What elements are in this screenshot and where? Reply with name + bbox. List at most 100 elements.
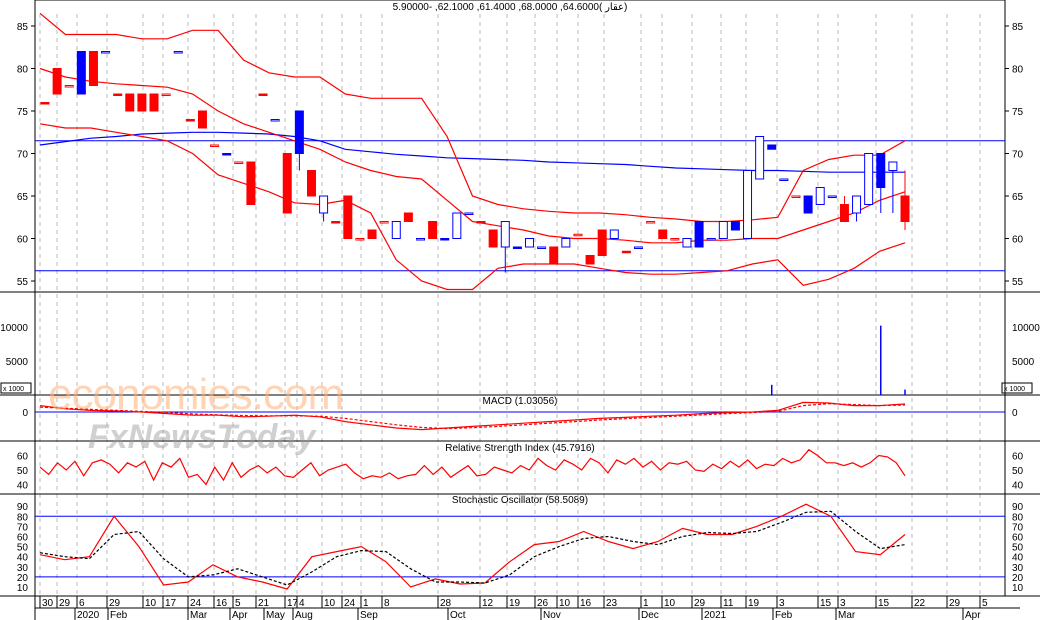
candle-body [876, 153, 886, 188]
candle-body [900, 195, 910, 222]
x-day-label: 29 [59, 598, 71, 609]
price-tick-right: 60 [1012, 235, 1024, 246]
volume-tick-left: 5000 [6, 357, 29, 368]
candle-body [343, 195, 353, 239]
rsi-title: Relative Strength Index (45.7916) [445, 443, 595, 454]
x-month-label: 2020 [77, 610, 100, 620]
candle-body [452, 212, 462, 239]
candle-body [585, 255, 595, 265]
x-month-label: 2021 [704, 610, 727, 620]
candle-body [706, 238, 716, 241]
candle-body [319, 195, 329, 214]
x-day-label: 12 [482, 598, 494, 609]
candle-body [161, 93, 171, 96]
volume-tick-left: 10000 [0, 323, 28, 334]
rsi-tick-left: 60 [17, 452, 29, 463]
candle-body [234, 161, 244, 164]
x-day-label: 15 [820, 598, 832, 609]
stoch-tick-right: 10 [1012, 583, 1024, 594]
x-month-label: Sep [360, 610, 378, 620]
x-month-label: May [266, 610, 285, 620]
x-month-label: Dec [641, 610, 659, 620]
x-day-label: 4 [299, 598, 305, 609]
candle-body [718, 221, 728, 239]
candle-body [852, 195, 862, 214]
x-day-label: 16 [216, 598, 228, 609]
candle-body [815, 187, 825, 205]
candle-body [125, 93, 135, 112]
x-month-label: Aug [295, 610, 313, 620]
x-month-label: Feb [110, 610, 128, 620]
candle-body [379, 221, 389, 224]
bollinger-upper-line [39, 12, 906, 223]
rsi-tick-right: 60 [1012, 452, 1024, 463]
candle-body [282, 153, 292, 214]
candle-body [210, 144, 220, 147]
stoch-tick-left: 10 [17, 583, 29, 594]
candle-body [537, 246, 547, 249]
candle-body [415, 238, 425, 241]
candle-body [149, 93, 159, 112]
x-month-label: Mar [190, 610, 208, 620]
candle-body [488, 229, 498, 248]
x-day-label: 10 [145, 598, 157, 609]
candle-body [391, 221, 401, 239]
x-month-label: Oct [450, 610, 466, 620]
candle-body [803, 195, 813, 214]
x-day-label: 5 [235, 598, 241, 609]
candle-body [549, 246, 559, 265]
candle-body [331, 221, 341, 224]
candle-body [137, 93, 147, 112]
candle-body [670, 238, 680, 241]
rsi-tick-left: 50 [17, 466, 29, 477]
x-day-label: 3 [779, 598, 785, 609]
candle-body [839, 204, 849, 222]
candle-body [173, 51, 183, 54]
candle-body [258, 93, 268, 96]
watermark-fxnewstoday: FxNewsToday [88, 418, 316, 456]
candle-body [88, 51, 98, 86]
x-day-label: 10 [324, 598, 336, 609]
volume-unit-label-right: x 1000 [1004, 386, 1025, 393]
candle-body [561, 238, 571, 248]
x-day-label: 16 [580, 598, 592, 609]
x-day-label: 21 [258, 598, 270, 609]
x-day-label: 5 [982, 598, 988, 609]
price-tick-right: 70 [1012, 150, 1024, 161]
candle-body [355, 238, 365, 241]
x-day-label: 17 [165, 598, 177, 609]
candle-body [658, 229, 668, 239]
price-tick-left: 75 [17, 107, 29, 118]
rsi-tick-left: 40 [17, 481, 29, 492]
candle-body [464, 212, 474, 215]
price-tick-left: 80 [17, 65, 29, 76]
candle-body [101, 51, 111, 54]
price-tick-right: 80 [1012, 65, 1024, 76]
x-day-label: 3 [840, 598, 846, 609]
candle-body [694, 221, 704, 248]
stoch-title: Stochastic Oscillator (58.5089) [452, 495, 588, 506]
candle-body [222, 153, 232, 156]
x-day-label: 24 [190, 598, 202, 609]
candle-body [573, 233, 583, 237]
x-month-label: Apr [965, 610, 981, 620]
price-tick-right: 85 [1012, 22, 1024, 33]
macd-tick-right: 0 [1012, 408, 1018, 419]
stoch-d-line [39, 510, 906, 586]
macd-tick-left: 0 [22, 408, 28, 419]
x-day-label: 19 [748, 598, 760, 609]
x-day-label: 6 [79, 598, 85, 609]
x-day-label: 30 [42, 598, 54, 609]
x-day-label: 23 [606, 598, 618, 609]
price-tick-left: 55 [17, 277, 29, 288]
volume-tick-right: 10000 [1012, 323, 1040, 334]
x-day-label: 1 [363, 598, 369, 609]
price-tick-right: 55 [1012, 277, 1024, 288]
candle-body [403, 212, 413, 222]
x-day-label: 29 [109, 598, 121, 609]
candle-body [500, 221, 510, 248]
x-day-label: 15 [878, 598, 890, 609]
candle-body [864, 153, 874, 205]
x-day-label: 26 [537, 598, 549, 609]
x-day-label: 10 [559, 598, 571, 609]
